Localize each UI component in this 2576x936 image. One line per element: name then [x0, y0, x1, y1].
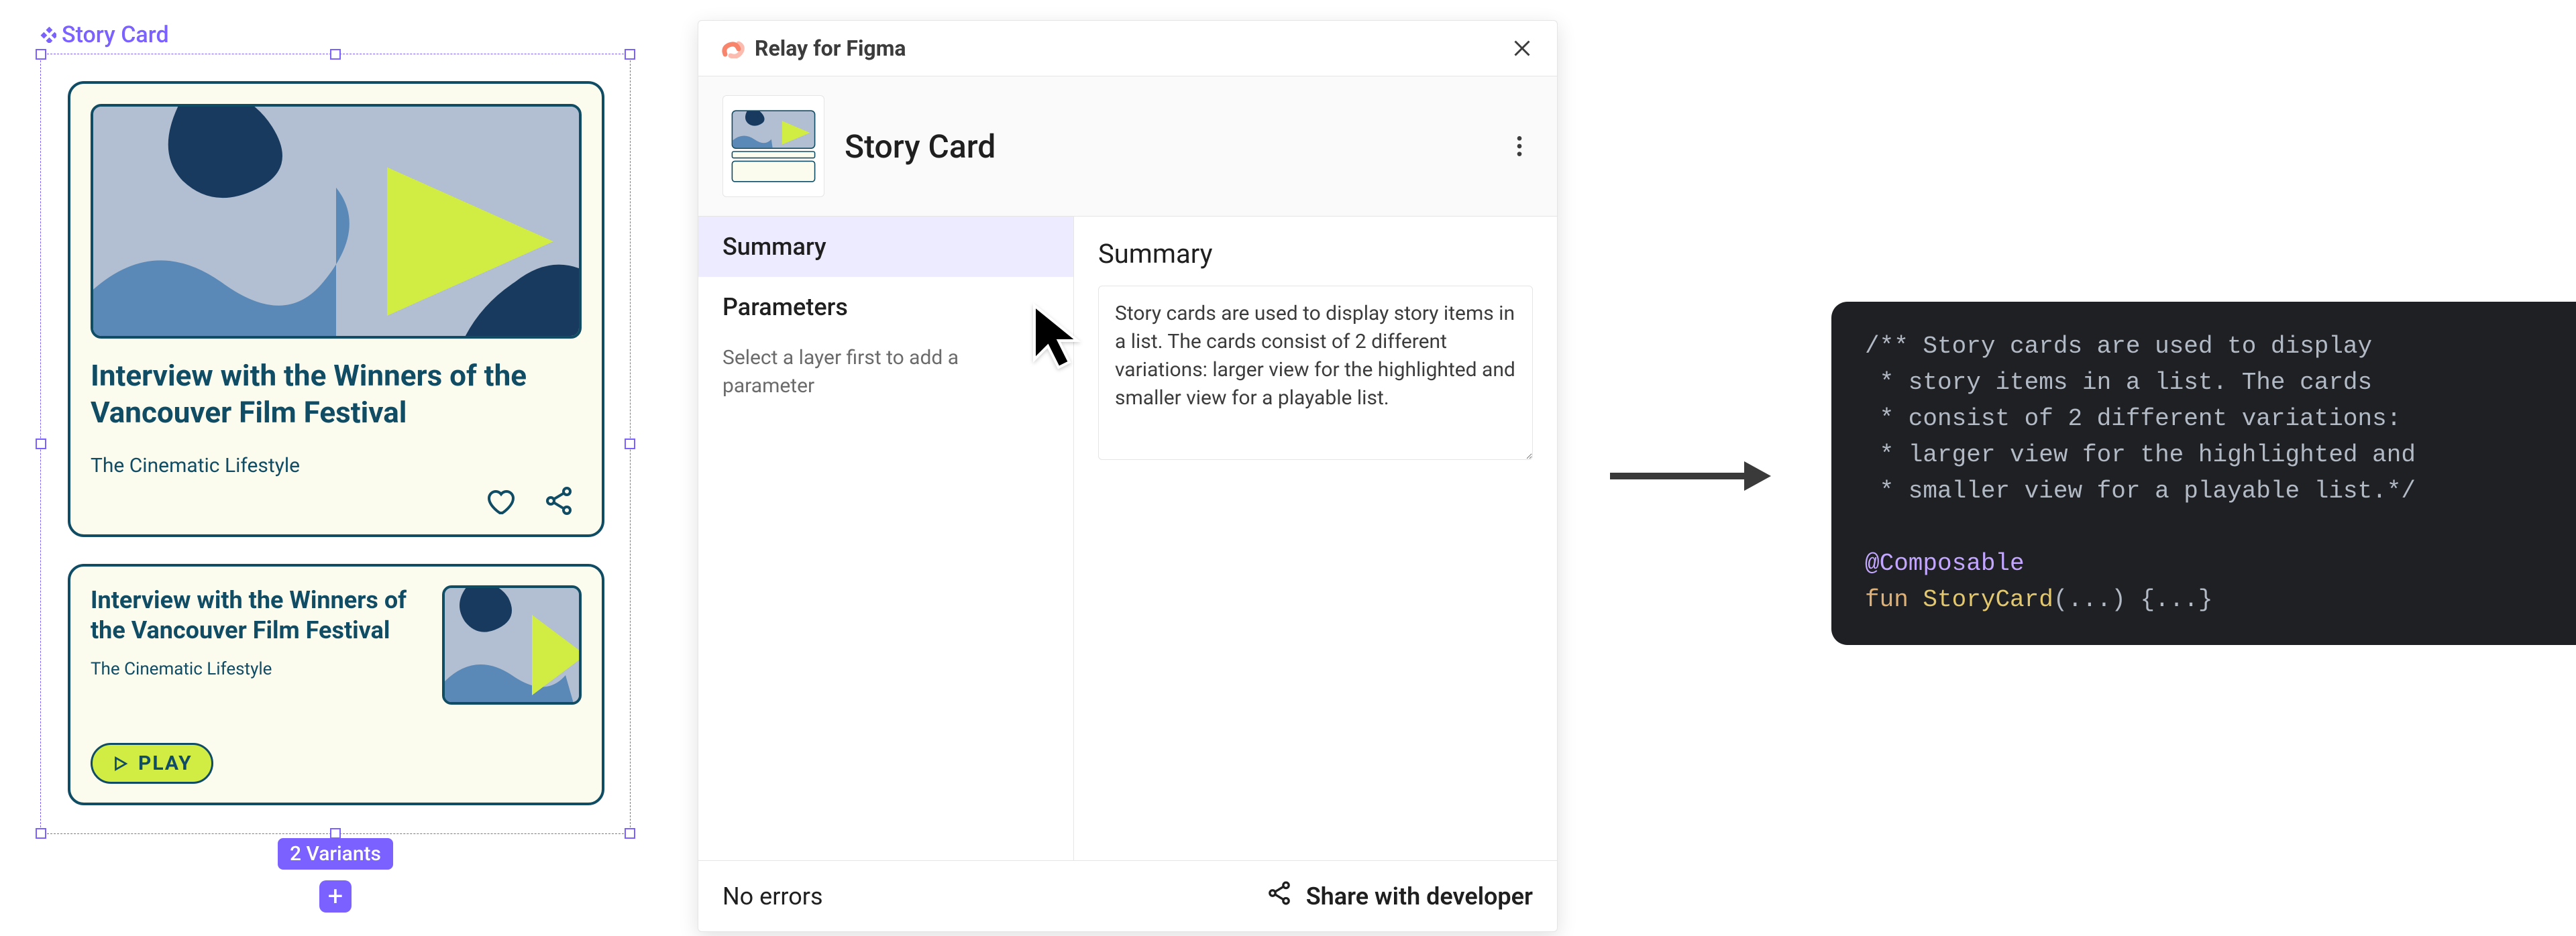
- component-thumbnail: [722, 95, 824, 197]
- close-button[interactable]: [1510, 36, 1534, 60]
- panel-header: Relay for Figma: [698, 21, 1557, 76]
- code-comment-line: /** Story cards are used to display: [1865, 333, 2372, 360]
- tab-parameters[interactable]: Parameters: [698, 277, 1073, 337]
- component-title: Story Card: [845, 127, 1486, 166]
- plus-icon: +: [328, 883, 343, 910]
- code-comment-line: * consist of 2 different variations:: [1865, 405, 2401, 432]
- summary-textarea[interactable]: [1098, 286, 1533, 460]
- code-keyword: fun: [1865, 582, 1909, 618]
- play-button[interactable]: PLAY: [91, 743, 213, 784]
- figma-frame-label[interactable]: Story Card: [40, 21, 169, 48]
- hero-image: [91, 104, 582, 339]
- variants-badge: 2 Variants: [278, 838, 393, 870]
- content-heading: Summary: [1098, 238, 1533, 270]
- figma-frame-label-text: Story Card: [62, 21, 169, 48]
- tab-summary[interactable]: Summary: [698, 217, 1073, 277]
- relay-plugin-panel: Relay for Figma: [698, 20, 1558, 932]
- code-annotation: @Composable: [1865, 550, 2025, 577]
- overflow-menu-button[interactable]: [1506, 133, 1533, 160]
- panel-brand-label: Relay for Figma: [755, 36, 906, 61]
- parameters-hint: Select a layer first to add a parameter: [698, 337, 1073, 400]
- selection-handle[interactable]: [330, 828, 341, 839]
- selection-handle[interactable]: [36, 828, 46, 839]
- selection-handle[interactable]: [625, 438, 635, 449]
- selection-handle[interactable]: [330, 49, 341, 60]
- story-card-title: Interview with the Winners of the Vancou…: [91, 357, 582, 431]
- share-with-developer-label: Share with developer: [1306, 882, 1533, 911]
- figma-component-frame[interactable]: Interview with the Winners of the Vancou…: [40, 54, 631, 834]
- code-comment-line: * smaller view for a playable list.*/: [1865, 477, 2416, 505]
- code-fn-name: StoryCard: [1923, 582, 2053, 618]
- code-block: /** Story cards are used to display * st…: [1831, 302, 2576, 645]
- component-set-icon: [40, 27, 56, 43]
- add-variant-button[interactable]: +: [319, 880, 352, 913]
- code-args: (...): [2053, 582, 2141, 618]
- panel-footer: No errors Share with developer: [698, 860, 1557, 931]
- arrow-icon: [1610, 456, 1771, 496]
- panel-sidebar: Summary Parameters Select a layer first …: [698, 217, 1074, 860]
- selection-handle[interactable]: [625, 49, 635, 60]
- stage: Story Card Interview with the Winners of…: [0, 0, 2576, 936]
- selection-handle[interactable]: [36, 49, 46, 60]
- status-text: No errors: [722, 882, 823, 911]
- panel-body: Summary Parameters Select a layer first …: [698, 217, 1557, 860]
- story-card-title: Interview with the Winners of the Vancou…: [91, 585, 426, 646]
- play-button-label: PLAY: [138, 752, 193, 775]
- panel-content: Summary: [1074, 217, 1557, 860]
- share-icon: [1266, 880, 1293, 913]
- share-icon[interactable]: [543, 485, 575, 517]
- story-card-subtitle: The Cinematic Lifestyle: [91, 454, 582, 477]
- code-body: {...}: [2140, 582, 2212, 618]
- share-with-developer-button[interactable]: Share with developer: [1266, 880, 1533, 913]
- thumbnail-image: [442, 585, 582, 705]
- code-comment-line: * story items in a list. The cards: [1865, 369, 2372, 396]
- selection-handle[interactable]: [625, 828, 635, 839]
- heart-icon[interactable]: [484, 485, 516, 517]
- story-card-small-variant[interactable]: Interview with the Winners of the Vancou…: [68, 564, 604, 805]
- relay-logo-icon: [721, 38, 745, 58]
- code-comment-line: * larger view for the highlighted and: [1865, 441, 2416, 469]
- selection-handle[interactable]: [36, 438, 46, 449]
- story-card-subtitle: The Cinematic Lifestyle: [91, 659, 426, 679]
- panel-brand: Relay for Figma: [721, 36, 906, 61]
- component-header-row: Story Card: [698, 76, 1557, 217]
- story-card-large-variant[interactable]: Interview with the Winners of the Vancou…: [68, 81, 604, 537]
